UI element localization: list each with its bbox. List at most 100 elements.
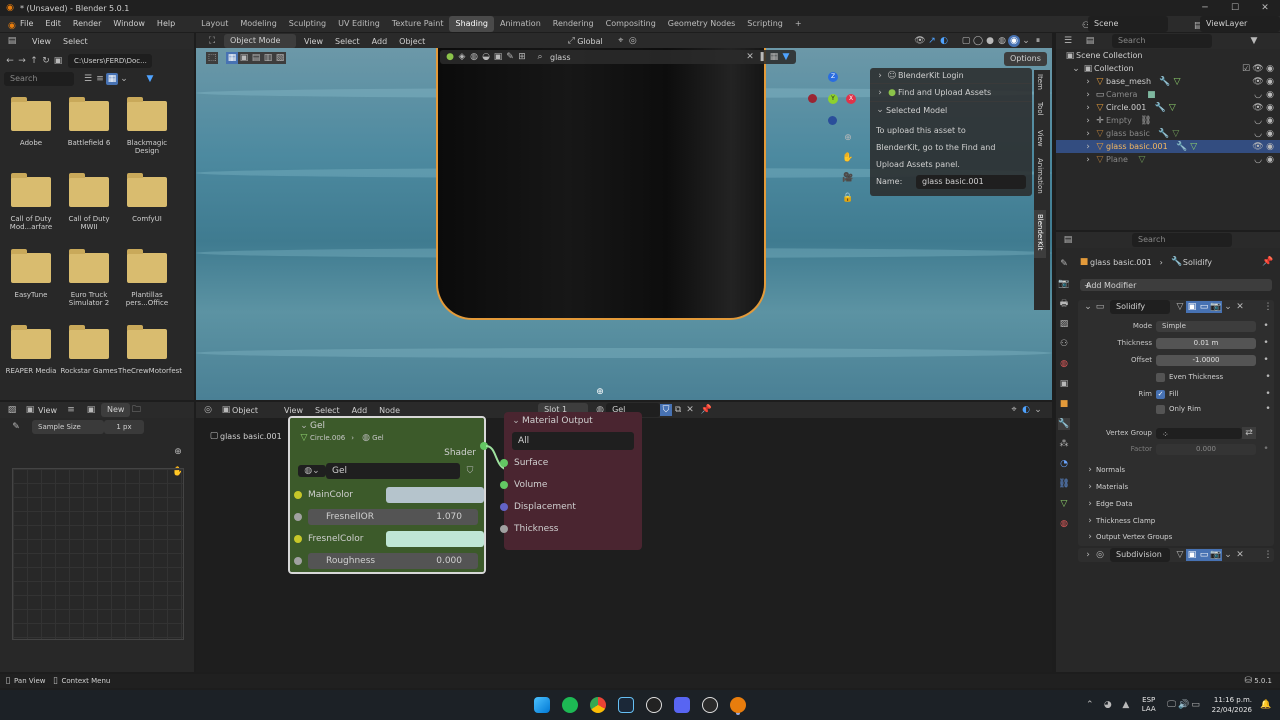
viewport-view-menu[interactable]: View — [304, 37, 323, 46]
drag-handle-icon[interactable]: ⋮ — [1262, 549, 1274, 561]
expand-icon[interactable]: › — [1082, 141, 1094, 153]
editor-type-icon[interactable]: ▤ — [6, 35, 18, 47]
expand-icon[interactable]: › — [1082, 549, 1094, 561]
bookmark-icon[interactable]: ❚ — [756, 51, 768, 63]
expand-icon[interactable]: › — [1084, 464, 1096, 476]
node-object-selector[interactable]: Object — [232, 406, 272, 415]
selected-model-label[interactable]: Selected Model — [886, 106, 947, 115]
network-icon[interactable]: 🖵 — [1166, 699, 1178, 711]
expand-icon[interactable]: ⌄ — [1070, 63, 1082, 75]
select-extend-icon[interactable]: ▣ — [238, 52, 250, 64]
folder-item[interactable]: Euro Truck Simulator 2 — [60, 249, 118, 307]
pin-icon[interactable]: 📌 — [1262, 256, 1274, 268]
subpanel-normals[interactable]: Normals — [1096, 466, 1125, 474]
viewport-add-menu[interactable]: Add — [372, 37, 388, 46]
select-tool-icon[interactable]: ⬚ — [206, 52, 218, 64]
transform-orientation-icon[interactable]: ⤢ — [565, 35, 577, 47]
node-view-menu[interactable]: View — [284, 406, 303, 415]
editmode-toggle-icon[interactable]: ▽ — [1174, 549, 1186, 561]
pause-icon[interactable]: ⏸ — [1032, 35, 1044, 47]
nodegroup-icon[interactable]: ◍⌄ — [298, 465, 326, 477]
collapse-icon[interactable]: ⌄ — [1082, 301, 1094, 313]
render-tab-icon[interactable]: 📷 — [1058, 278, 1070, 290]
modifier-name-field[interactable]: Subdivision — [1110, 548, 1170, 562]
modifier-menu-icon[interactable]: ⌄ — [1222, 301, 1234, 313]
displacement-socket[interactable] — [500, 503, 508, 511]
camera-toggle-icon[interactable]: ◉ — [1264, 76, 1276, 88]
asset-type-icon[interactable]: ▦ — [768, 51, 780, 63]
shading-options-icon[interactable]: ⌄ — [1020, 35, 1032, 47]
folder-item[interactable]: Adobe — [2, 97, 60, 147]
invert-vertex-group-icon[interactable]: ⇄ — [1242, 427, 1256, 439]
delete-modifier-icon[interactable]: ✕ — [1234, 549, 1246, 561]
mode-selector[interactable]: Simple — [1156, 320, 1256, 332]
expand-icon[interactable]: › — [1084, 515, 1096, 527]
viewport-toggle-icon[interactable]: ▭ — [1198, 301, 1210, 313]
blender-menu-icon[interactable]: ◉ — [2, 18, 16, 31]
proportional-edit-icon[interactable]: ◎ — [627, 35, 639, 47]
cage-toggle-icon[interactable]: ▣ — [1186, 301, 1198, 313]
new-image-button[interactable]: New — [100, 403, 131, 417]
image-mode-icon[interactable]: ▣ — [24, 404, 36, 416]
viewlayer-icon[interactable]: ▤ — [1188, 18, 1203, 31]
roughness-field[interactable]: Roughness 0.000 — [308, 553, 478, 569]
camera-toggle-icon[interactable]: ◉ — [1264, 128, 1276, 140]
node-add-menu[interactable]: Add — [352, 406, 368, 415]
cage-toggle-icon[interactable]: ▣ — [1186, 549, 1198, 561]
camera-view-icon[interactable]: 🎥 — [842, 172, 854, 184]
subpanel-thickness-clamp[interactable]: Thickness Clamp — [1096, 517, 1155, 525]
select-box-icon[interactable]: ▦ — [226, 52, 238, 64]
tab-item[interactable]: Item — [1034, 70, 1046, 98]
collapse-node-icon[interactable]: ⌄ — [298, 420, 310, 432]
wireframe-shading-icon[interactable]: ◯ — [972, 35, 984, 47]
node-select-menu[interactable]: Select — [315, 406, 340, 415]
fake-user-icon[interactable]: ⛉ — [464, 465, 476, 477]
modifier-menu-icon[interactable]: ⌄ — [1222, 549, 1234, 561]
spotify-icon[interactable] — [562, 697, 578, 713]
tab-animation[interactable]: Animation — [1034, 154, 1046, 210]
close-icon[interactable]: ✕ — [1250, 2, 1280, 14]
menu-lines-icon[interactable]: ≡ — [65, 404, 77, 416]
clear-search-icon[interactable]: ✕ — [744, 51, 756, 63]
tab-compositing[interactable]: Compositing — [600, 16, 662, 32]
camera-toggle-icon[interactable]: ◉ — [1264, 141, 1276, 153]
keyframe-dot-icon[interactable]: • — [1260, 337, 1272, 349]
find-upload-label[interactable]: Find and Upload Assets — [898, 88, 991, 97]
xray-icon[interactable]: ▢ — [960, 35, 972, 47]
only-rim-checkbox[interactable] — [1156, 404, 1165, 414]
open-image-icon[interactable]: 🗀 — [130, 404, 142, 416]
3d-viewport[interactable]: ⬚ ▦ ▣ ▤ ▥ ▧ ● ◈ ◍ ◒ ▣ ✎ ⊞ ⌕ glass ✕ ❚ ▦ … — [196, 48, 1052, 400]
snap-icon[interactable]: ⌖ — [615, 35, 627, 47]
fake-user-icon[interactable]: ⛉ — [660, 404, 673, 416]
keyframe-dot-icon[interactable]: • — [1260, 320, 1272, 332]
object-tab-icon[interactable]: ■ — [1058, 398, 1070, 410]
even-thickness-checkbox[interactable] — [1156, 372, 1165, 382]
expand-icon[interactable]: › — [1082, 128, 1094, 140]
file-search-input[interactable]: Search — [4, 72, 74, 86]
scene-tab-icon[interactable]: ⚇ — [1058, 338, 1070, 350]
overlay-options-icon[interactable]: ⌄ — [1032, 404, 1044, 416]
properties-search-input[interactable]: Search — [1132, 233, 1232, 247]
surface-socket[interactable] — [500, 459, 508, 467]
keyframe-dot-icon[interactable]: • — [1262, 388, 1274, 400]
grid-view-icon[interactable]: ▦ — [106, 73, 118, 85]
vertex-group-field[interactable]: ⁘ — [1156, 427, 1242, 439]
asset-filter-icon[interactable]: ▼ — [780, 51, 792, 63]
modifier-tab-icon[interactable]: 🔧 — [1058, 418, 1070, 430]
add-modifier-button[interactable]: + Add Modifier — [1080, 279, 1272, 291]
maximize-icon[interactable]: ☐ — [1220, 2, 1250, 14]
blenderkit-login-label[interactable]: BlenderKit Login — [898, 71, 964, 80]
materials-icon[interactable]: ◍ — [468, 51, 480, 63]
folder-item[interactable]: TheCrewMotorfest — [118, 325, 182, 375]
eye-icon[interactable]: 👁 — [1252, 102, 1264, 114]
material-shading-icon[interactable]: ◍ — [996, 35, 1008, 47]
neg-x-axis-icon[interactable] — [808, 94, 817, 103]
editor-type-icon[interactable]: ⛶ — [206, 35, 218, 47]
sample-size-field[interactable]: 1 px — [104, 420, 144, 434]
camera-toggle-icon[interactable]: ◉ — [1264, 89, 1276, 101]
eye-closed-icon[interactable]: ◡ — [1252, 89, 1264, 101]
thickness-socket[interactable] — [500, 525, 508, 533]
visibility-icon[interactable]: 👁 — [914, 35, 926, 47]
camera-toggle-icon[interactable]: ◉ — [1264, 115, 1276, 127]
keyframe-dot-icon[interactable]: • — [1260, 354, 1272, 366]
